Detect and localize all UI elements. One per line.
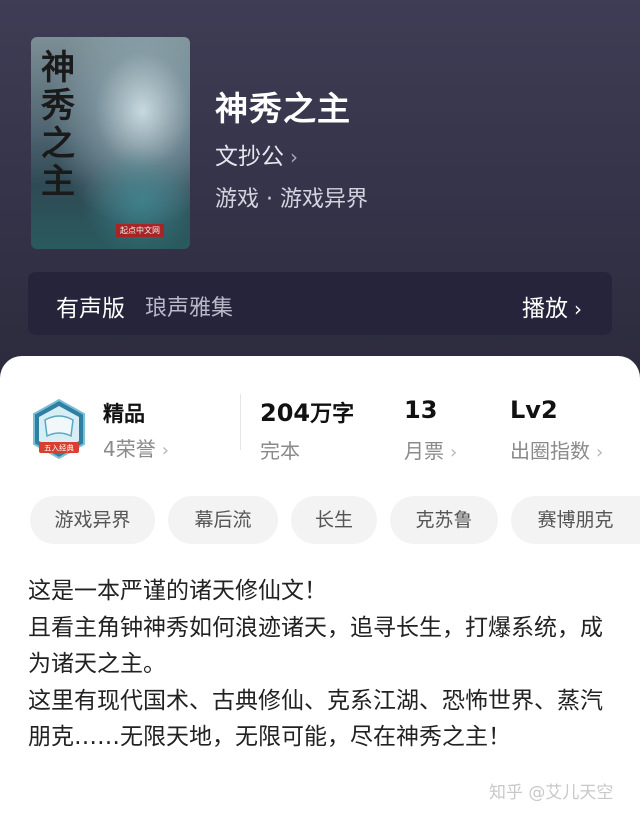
- tag-chip[interactable]: 长生: [291, 496, 377, 544]
- rank-label: 精品: [103, 402, 145, 426]
- honor-badge-icon[interactable]: 五入经典: [31, 398, 87, 460]
- book-cover-image[interactable]: 神 秀 之 主 起点中文网: [31, 37, 190, 249]
- book-genre: 游戏 · 游戏异界: [215, 187, 368, 212]
- level-value: Lv2: [510, 396, 558, 424]
- tag-chip[interactable]: 幕后流: [168, 496, 278, 544]
- watermark: 知乎 @艾儿天空: [489, 783, 614, 803]
- word-count-value: 204: [260, 399, 311, 427]
- monthly-votes-link[interactable]: 月票 ›: [404, 435, 457, 464]
- tag-chip[interactable]: 赛博朋克: [511, 496, 640, 544]
- monthly-votes-label: 月票: [404, 439, 444, 463]
- monthly-votes-value: 13: [404, 396, 438, 424]
- tag-chip[interactable]: 游戏异界: [30, 496, 155, 544]
- audio-version-bar[interactable]: 有声版 琅声雅集 播放 ›: [28, 272, 612, 335]
- play-label: 播放: [522, 296, 568, 322]
- word-count: 204万字: [260, 396, 354, 428]
- cover-publisher-logo: 起点中文网: [116, 224, 164, 237]
- description-paragraph: 这是一本严谨的诸天修仙文！: [28, 578, 327, 604]
- cover-title-char: 主: [41, 162, 75, 202]
- level-link[interactable]: 出圈指数 ›: [510, 435, 603, 464]
- chevron-right-icon: ›: [450, 442, 458, 463]
- cover-title-char: 神: [41, 48, 75, 88]
- chevron-right-icon: ›: [161, 440, 169, 461]
- stats-divider: [240, 394, 241, 450]
- cover-title-char: 秀: [41, 86, 75, 126]
- chevron-right-icon: ›: [574, 297, 582, 321]
- description-paragraph: 且看主角钟神秀如何浪迹诸天，追寻长生，打爆系统，成为诸天之主。: [28, 614, 603, 678]
- book-title: 神秀之主: [215, 89, 351, 128]
- honors-count: 4荣誉: [103, 437, 156, 461]
- cover-title-char: 之: [41, 124, 75, 164]
- tag-chip[interactable]: 克苏鲁: [390, 496, 498, 544]
- author-name: 文抄公: [215, 144, 284, 170]
- badge-text: 五入经典: [44, 443, 74, 453]
- honors-link[interactable]: 4荣誉 ›: [103, 433, 169, 462]
- audio-label: 有声版: [56, 296, 125, 322]
- book-status: 完本: [260, 439, 300, 463]
- chevron-right-icon: ›: [290, 145, 298, 169]
- author-link[interactable]: 文抄公 ›: [215, 137, 298, 171]
- audio-narrator: 琅声雅集: [145, 296, 234, 321]
- book-description: 这是一本严谨的诸天修仙文！ 且看主角钟神秀如何浪迹诸天，追寻长生，打爆系统，成为…: [28, 573, 618, 756]
- level-label: 出圈指数: [510, 439, 590, 463]
- word-count-unit: 万字: [310, 402, 355, 427]
- chevron-right-icon: ›: [596, 442, 604, 463]
- description-paragraph: 这里有现代国术、古典修仙、克系江湖、恐怖世界、蒸汽朋克……无限天地，无限可能，尽…: [28, 687, 603, 751]
- play-button[interactable]: 播放 ›: [522, 289, 582, 323]
